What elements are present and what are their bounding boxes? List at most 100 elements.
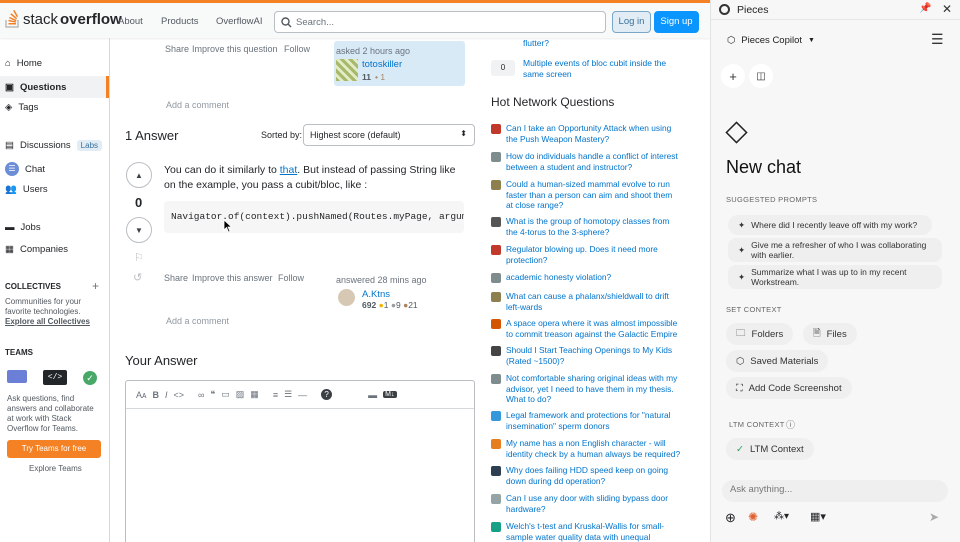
bookmark-icon[interactable]: ⚐ — [134, 251, 144, 264]
horizontal-rule-icon[interactable]: — — [298, 390, 307, 400]
hot-network-question[interactable]: My name has a non English character - wi… — [491, 438, 681, 459]
avatar[interactable] — [338, 289, 355, 306]
try-teams-button[interactable]: Try Teams for free — [7, 440, 101, 458]
suggested-prompt[interactable]: ✦ Summarize what I was up to in my recent… — [728, 265, 942, 289]
hot-network-question-title: What can cause a phalanx/shieldwall to d… — [506, 291, 669, 312]
hot-network-question[interactable]: Not comfortable sharing original ideas w… — [491, 373, 681, 405]
code-icon[interactable]: <> — [173, 390, 184, 400]
toggle-sidebar-button[interactable]: ◫ — [749, 64, 773, 88]
share-question-link[interactable]: Share — [165, 44, 189, 54]
top-bar: stack overflow About Products OverflowAI … — [0, 0, 710, 38]
add-context-icon[interactable]: ⊕ — [725, 510, 736, 526]
new-chat-button[interactable]: + — [721, 64, 745, 88]
quote-icon[interactable]: ❝ — [210, 389, 215, 400]
hot-network-question[interactable]: academic honesty violation? — [491, 272, 681, 283]
hot-network-question[interactable]: Regulator blowing up. Does it need more … — [491, 244, 681, 265]
follow-answer-link[interactable]: Follow — [278, 273, 304, 283]
question-author-name[interactable]: totoskiller — [362, 59, 402, 70]
saved-materials-button[interactable]: ⬡ Saved Materials — [726, 350, 829, 372]
signup-button[interactable]: Sign up — [654, 11, 699, 33]
improve-question-link[interactable]: Improve this question — [192, 44, 278, 54]
hot-network-question[interactable]: Could a human-sized mammal evolve to run… — [491, 179, 681, 211]
link-icon[interactable]: ∞ — [198, 390, 204, 400]
suggested-prompt[interactable]: ✦ Give me a refresher of who I was collab… — [728, 238, 942, 262]
upvote-button[interactable]: ▲ — [126, 162, 152, 188]
bold-icon[interactable]: B — [152, 390, 159, 400]
search-placeholder: Search... — [296, 17, 335, 28]
code-block-icon[interactable]: ▭ — [221, 389, 230, 400]
sidebar-item-users[interactable]: 👥 Users — [5, 184, 48, 195]
close-icon[interactable]: ✕ — [942, 2, 952, 16]
image-icon[interactable]: ▨ — [236, 389, 245, 400]
nav-about[interactable]: About — [118, 16, 143, 27]
share-answer-link[interactable]: Share — [164, 273, 188, 283]
sidebar-item-discussions[interactable]: ▤ Discussions Labs — [5, 140, 103, 151]
follow-question-link[interactable]: Follow — [284, 44, 310, 54]
history-icon[interactable]: ↺ — [133, 271, 142, 284]
menu-icon[interactable]: ☰ — [931, 31, 944, 48]
explore-collectives-link[interactable]: Explore all Collectives — [5, 317, 90, 327]
hot-network-question[interactable]: Should I Start Teaching Openings to My K… — [491, 345, 681, 366]
folders-button[interactable]: 🗀 Folders — [726, 323, 794, 345]
suggested-prompt[interactable]: ✦ Where did I recently leave off with my … — [728, 215, 932, 235]
hot-network-question[interactable]: Welch's t-test and Kruskal-Wallis for sm… — [491, 521, 681, 542]
hot-network-question[interactable]: Legal framework and protections for "nat… — [491, 410, 681, 431]
related-question-link[interactable]: Multiple events of bloc cubit inside the… — [523, 58, 683, 80]
info-icon[interactable]: ⓘ — [786, 418, 795, 431]
bullet-list-icon[interactable]: ☰ — [284, 389, 292, 400]
downvote-button[interactable]: ▼ — [126, 217, 152, 243]
hot-network-question[interactable]: How do individuals handle a conflict of … — [491, 151, 681, 172]
copilot-selector[interactable]: ⬡ Pieces Copilot ▼ — [719, 28, 831, 52]
select-arrows-icon: ⬍ — [460, 129, 467, 138]
sidebar-item-home[interactable]: ⌂ Home — [5, 58, 42, 69]
login-button[interactable]: Log in — [612, 11, 651, 33]
answer-inline-link[interactable]: that — [280, 164, 298, 176]
avatar[interactable] — [336, 59, 358, 81]
sidebar-item-chat[interactable]: ☰ Chat — [5, 162, 45, 176]
nav-overflowai[interactable]: OverflowAI — [216, 16, 262, 27]
sidebar-item-tags[interactable]: ◈ Tags — [5, 102, 38, 113]
folders-label: Folders — [751, 328, 784, 340]
answer-editor[interactable]: Aᴀ B I <> ∞ ❝ ▭ ▨ ▦ ≡ ☰ — ? ▬ M↓ — [125, 380, 475, 542]
hot-network-question[interactable]: What is the group of homotopy classes fr… — [491, 216, 681, 237]
sidebar-item-jobs[interactable]: ▬ Jobs — [5, 222, 41, 233]
table-icon[interactable]: ▦ — [250, 389, 259, 400]
hot-network-question[interactable]: Can I use any door with sliding bypass d… — [491, 493, 681, 514]
ask-anything-input[interactable]: Ask anything... — [722, 480, 948, 502]
calendar-icon[interactable]: ▦▾ — [810, 510, 826, 523]
model-icon[interactable]: ✺ — [748, 510, 758, 524]
pin-icon[interactable]: 📌 — [919, 3, 931, 14]
arrow-up-icon: ▲ — [135, 170, 143, 180]
hot-network-question[interactable]: What can cause a phalanx/shieldwall to d… — [491, 291, 681, 312]
sort-select[interactable]: Highest score (default) ⬍ — [303, 124, 475, 146]
markdown-icon[interactable]: M↓ — [383, 391, 397, 398]
sidebar-item-questions[interactable]: ▣ Questions — [0, 76, 109, 98]
hot-network-question[interactable]: Why does failing HDD speed keep on going… — [491, 465, 681, 486]
hot-network-question[interactable]: Can I take an Opportunity Attack when us… — [491, 123, 681, 144]
improve-answer-link[interactable]: Improve this answer — [192, 273, 273, 283]
add-code-screenshot-button[interactable]: ⛶ Add Code Screenshot — [726, 377, 852, 399]
add-comment-link[interactable]: Add a comment — [166, 100, 229, 110]
nav-products[interactable]: Products — [161, 16, 199, 27]
context-options-icon[interactable]: ⁂▾ — [774, 511, 789, 522]
related-question-link[interactable]: flutter? — [523, 38, 549, 48]
sidebar-item-label: Questions — [19, 81, 67, 93]
add-collective-icon[interactable]: + — [92, 279, 99, 293]
ltm-context-button[interactable]: ✓ LTM Context — [726, 438, 814, 460]
help-icon[interactable]: ? — [321, 389, 333, 400]
keyboard-icon[interactable]: ▬ — [368, 390, 377, 400]
send-icon[interactable]: ➤ — [929, 510, 939, 524]
heading-icon[interactable]: Aᴀ — [136, 390, 146, 400]
explore-teams-link[interactable]: Explore Teams — [29, 464, 82, 474]
answer-author-rep-line: 692 ●1 ●9 ●21 — [362, 300, 418, 310]
search-input[interactable]: Search... — [274, 11, 606, 33]
italic-icon[interactable]: I — [165, 390, 168, 400]
answer-author-name[interactable]: A.Ktns — [362, 289, 390, 300]
hot-network-question[interactable]: A space opera where it was almost imposs… — [491, 318, 681, 339]
sidebar-item-companies[interactable]: ▦ Companies — [5, 244, 68, 255]
stackoverflow-logo[interactable]: stack overflow — [5, 10, 122, 28]
add-comment-answer-link[interactable]: Add a comment — [166, 316, 229, 326]
files-button[interactable]: 🗎 Files — [803, 323, 857, 345]
ordered-list-icon[interactable]: ≡ — [273, 390, 278, 400]
check-icon: ✓ — [736, 443, 744, 455]
